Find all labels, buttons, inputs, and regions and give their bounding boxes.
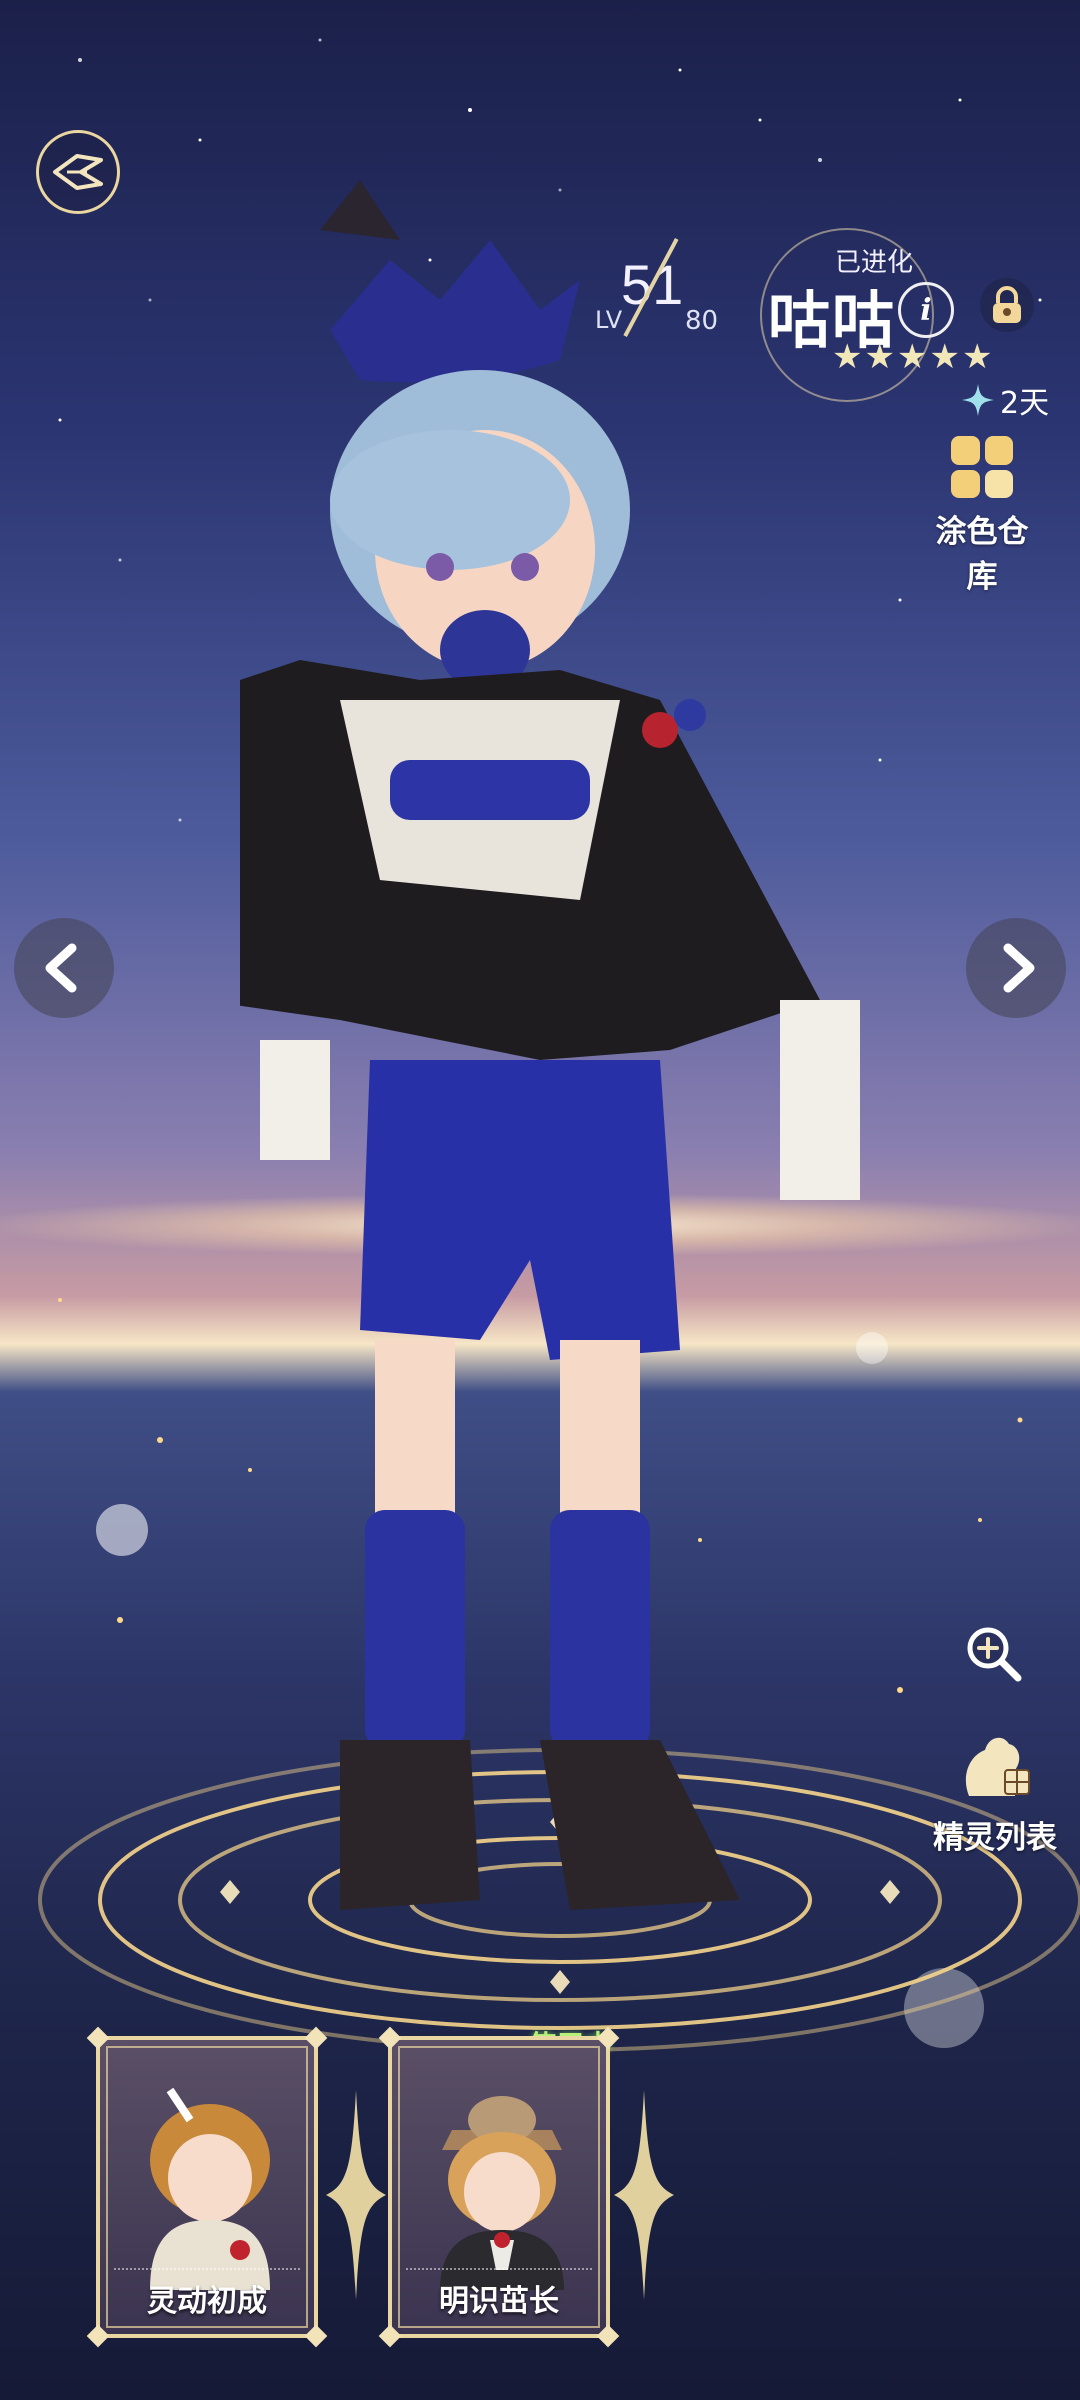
zoom-button[interactable] [962, 1622, 1026, 1686]
chevron-right-icon [1003, 943, 1035, 993]
back-button[interactable] [36, 130, 120, 214]
outfit-label: 明识茁长 [392, 2268, 606, 2320]
zoom-in-icon [967, 1627, 1022, 1682]
chevron-left-icon [45, 943, 77, 993]
star-icon: ★ [929, 337, 960, 377]
next-pet-button[interactable] [966, 918, 1066, 1018]
level-prefix: LV [595, 306, 623, 334]
wing-back-icon [53, 154, 103, 190]
outfit-portrait [440, 2096, 564, 2290]
outfit-name: 灵动初成 [147, 2284, 267, 2319]
card-corner [596, 2324, 620, 2348]
card-corner [86, 2324, 110, 2348]
palette-icon [951, 436, 1013, 498]
sparkle-divider-icon [614, 2090, 674, 2300]
outfit-portrait [150, 2087, 270, 2290]
pet-character-model[interactable] [240, 180, 860, 1920]
pet-list-label: 精灵列表 [933, 1820, 1057, 1856]
pet-list-button[interactable]: 精灵列表 [920, 1726, 1070, 1857]
outfit-name: 明识茁长 [439, 2284, 559, 2319]
sparkle-divider-icon [326, 2090, 386, 2300]
star-icon: ★ [864, 337, 895, 377]
card-corner [378, 2324, 402, 2348]
time-remaining-label: 2天 [1000, 386, 1050, 421]
label-divider [114, 2268, 300, 2270]
outfit-card-selected[interactable]: 明识茁长 [378, 2026, 620, 2348]
palette-storage-button[interactable]: 涂色仓库 [922, 436, 1042, 596]
info-button[interactable]: i [898, 282, 954, 338]
lock-button[interactable] [980, 278, 1034, 332]
star-icon: ★ [896, 337, 928, 377]
outfit-card[interactable]: 灵动初成 [86, 2026, 328, 2348]
star-icon: ★ [961, 337, 993, 377]
info-icon: i [920, 292, 932, 328]
star-rating: ★ ★ ★ ★ ★ [832, 340, 992, 374]
sparkle-star-icon [962, 384, 994, 416]
star-icon: ★ [832, 337, 863, 377]
previous-pet-button[interactable] [14, 918, 114, 1018]
outfit-label: 灵动初成 [100, 2268, 314, 2320]
level-display: LV 51 80 [595, 230, 745, 340]
palette-storage-label: 涂色仓库 [935, 514, 1029, 595]
time-remaining: 2天 [962, 378, 1049, 422]
level-max: 80 [685, 306, 719, 336]
pet-list-icon [965, 1737, 1030, 1796]
label-divider [406, 2268, 592, 2270]
lock-icon [993, 286, 1021, 323]
card-corner [304, 2324, 328, 2348]
